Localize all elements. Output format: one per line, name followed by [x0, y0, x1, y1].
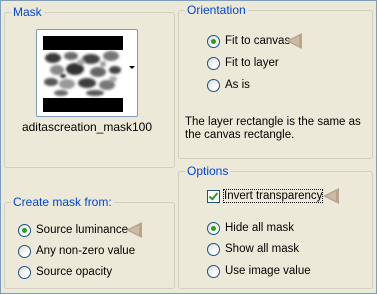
radio-button[interactable] [18, 265, 31, 279]
as-is-label[interactable]: As is [225, 79, 250, 91]
radio-button[interactable] [207, 34, 220, 48]
left-pointing-arrow-icon [323, 188, 339, 204]
left-pointing-arrow-icon [286, 33, 302, 49]
mask-name-label: aditascreation_mask100 [21, 120, 153, 134]
fit-to-layer-label[interactable]: Fit to layer [225, 57, 279, 69]
show-all-mask-label[interactable]: Show all mask [225, 243, 299, 255]
source-opacity-label[interactable]: Source opacity [36, 266, 112, 278]
radio-button[interactable] [18, 223, 31, 237]
orientation-description: The layer rectangle is the same as the c… [185, 116, 361, 141]
options-group-title: Options [185, 164, 231, 178]
invert-transparency-label[interactable]: Invert transparency [222, 189, 324, 203]
radio-button[interactable] [207, 56, 220, 70]
any-non-zero-value-label[interactable]: Any non-zero value [36, 245, 135, 257]
source-luminance-label[interactable]: Source luminance [36, 224, 128, 236]
any-non-zero-value-radio[interactable]: Any non-zero value [18, 243, 135, 259]
show-all-mask-radio[interactable]: Show all mask [207, 241, 299, 257]
checkbox[interactable] [207, 189, 220, 203]
hide-all-mask-radio[interactable]: Hide all mask [207, 220, 294, 236]
fit-to-canvas-radio[interactable]: Fit to canvas [207, 33, 290, 49]
mask-preview-image [43, 36, 123, 112]
as-is-radio[interactable]: As is [207, 77, 250, 93]
fit-to-layer-radio[interactable]: Fit to layer [207, 55, 279, 71]
mask-group-title: Mask [11, 5, 44, 19]
mask-picker[interactable] [36, 29, 138, 117]
mask-thumbnail [43, 36, 123, 112]
radio-button[interactable] [207, 264, 220, 278]
source-luminance-radio[interactable]: Source luminance [18, 222, 128, 238]
hide-all-mask-label[interactable]: Hide all mask [225, 222, 294, 234]
fit-to-canvas-label[interactable]: Fit to canvas [225, 35, 290, 47]
use-image-value-label[interactable]: Use image value [225, 265, 311, 277]
radio-button[interactable] [18, 244, 31, 258]
radio-button[interactable] [207, 242, 220, 256]
radio-button[interactable] [207, 221, 220, 235]
left-pointing-arrow-icon [126, 222, 142, 238]
radio-button[interactable] [207, 78, 220, 92]
orientation-group-title: Orientation [185, 3, 248, 17]
invert-transparency-checkbox[interactable]: Invert transparency [207, 188, 324, 204]
chevron-down-icon[interactable] [129, 66, 135, 69]
create-mask-group-title: Create mask from: [11, 195, 114, 209]
source-opacity-radio[interactable]: Source opacity [18, 264, 112, 280]
use-image-value-radio[interactable]: Use image value [207, 263, 311, 279]
